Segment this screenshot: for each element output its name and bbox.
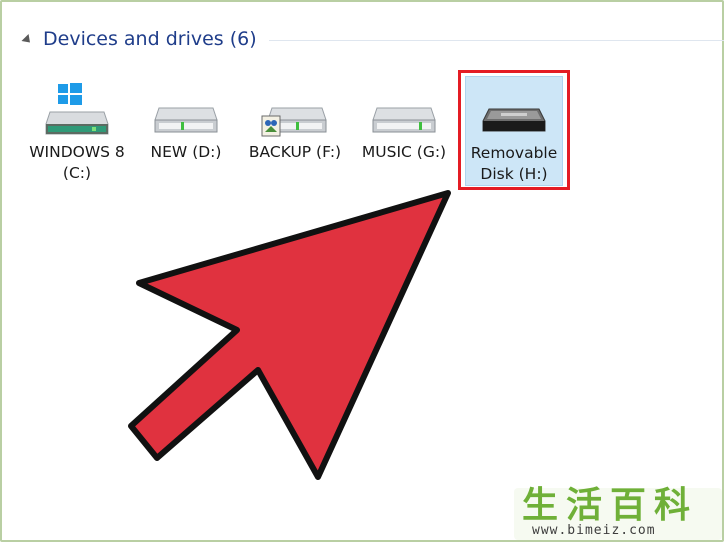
watermark: 生活百科 www.bimeiz.com	[514, 488, 722, 540]
watermark-title: 生活百科	[522, 485, 699, 526]
pointer-arrow-annotation	[128, 190, 451, 480]
watermark-url: www.bimeiz.com	[532, 523, 656, 538]
